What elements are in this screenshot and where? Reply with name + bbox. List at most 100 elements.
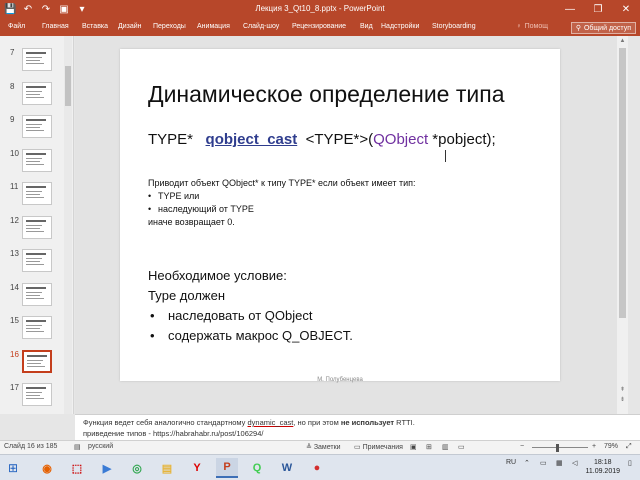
notifications-icon[interactable]: ▯ [628,459,632,467]
tab-slideshow[interactable]: Слайд-шоу [243,23,279,30]
prev-slide-icon[interactable]: ⇞ [618,386,627,393]
slide-thumbnail[interactable]: 7 [2,48,68,76]
network-icon[interactable]: ▦ [556,459,563,467]
editor-scrollbar[interactable]: ▲ ⇞ ⇟ [617,36,628,414]
taskbar-app-firefox[interactable]: ◉ [36,458,58,478]
desc-line: Приводит объект QObject* к типу TYPE* ес… [148,178,416,188]
thumbnail-text-line [26,60,40,61]
tab-home[interactable]: Главная [42,23,69,30]
window-title: Лекция 3_Qt10_8.pptx - PowerPoint [255,4,385,13]
thumbnails-scroll-thumb[interactable] [65,66,71,106]
tab-animation[interactable]: Анимация [197,23,230,30]
zoom-out-icon[interactable]: − [520,443,524,450]
tab-transitions[interactable]: Переходы [153,23,186,30]
slide-sorter-icon[interactable]: ⊞ [426,443,432,451]
thumbnail-text-line [26,96,44,98]
slide-number: 9 [10,115,15,124]
taskbar-app-recorder[interactable]: ● [306,458,328,478]
taskbar-app-pdf[interactable]: ⬚ [66,458,88,478]
slide-thumbnail[interactable]: 8 [2,81,68,110]
close-icon[interactable]: ✕ [612,0,640,20]
taskbar-app-yandex[interactable]: Y [186,458,208,478]
taskbar-app-chrome[interactable]: ◎ [126,458,148,478]
comments-toggle[interactable]: ▭ Примечания [354,443,403,451]
reading-view-icon[interactable]: ▥ [442,443,449,451]
thumbnail-text-line [26,294,40,296]
thumbnail-text-line [26,392,42,393]
tab-file[interactable]: Файл [8,23,25,30]
notes-text: , но при этом [293,418,341,427]
slide-number: 10 [10,148,19,158]
fit-slide-icon[interactable]: ⤢ [626,443,632,451]
editor-scroll-thumb[interactable] [619,48,626,318]
input-language[interactable]: RU [506,459,516,466]
thumbnail-title-line [26,186,46,188]
tab-view[interactable]: Вид [360,23,373,30]
tray-arrow-icon[interactable]: ⌃ [524,459,530,467]
tab-review[interactable]: Рецензирование [292,23,346,30]
maximize-icon[interactable]: ❐ [584,0,612,20]
slide-number: 14 [10,282,19,292]
slide-thumbnails-pane[interactable]: 789101112131415161718 [0,36,74,414]
slide-thumbnail[interactable]: 14 [2,282,68,311]
thumbnail-preview [22,148,52,172]
condition-block[interactable]: Необходимое условие: Type должен наследо… [148,266,353,346]
zoom-slider[interactable] [532,447,588,448]
slide-thumbnail[interactable]: 11 [2,182,68,210]
thumbnail-text-line [26,224,42,226]
next-slide-icon[interactable]: ⇟ [618,396,627,403]
tell-me-box[interactable]: ♀ Помощ [516,23,548,30]
tab-addins[interactable]: Надстройки [381,23,419,30]
thumbnail-text-line [26,258,42,259]
notes-toggle[interactable]: ≜ Заметки [306,443,341,451]
spellcheck-icon[interactable]: ▤ [74,443,81,451]
slide-counter: Слайд 16 из 185 [4,443,58,450]
scroll-up-icon[interactable]: ▲ [618,38,627,44]
thumbnails-scrollbar[interactable] [64,36,72,414]
slide-thumbnail[interactable]: 12 [2,215,68,244]
slide-thumbnail[interactable]: 13 [2,249,68,277]
taskbar-app-powerpoint[interactable]: P [216,458,238,478]
thumbnail-title-line [26,320,46,322]
zoom-slider-knob[interactable] [556,444,559,452]
slideshow-view-icon[interactable]: ▭ [458,443,465,451]
share-label: Общий доступ [583,24,631,32]
thumbnail-title-line [26,52,46,54]
cond-subheading: Type должен [148,288,226,303]
zoom-level[interactable]: 79% [604,443,618,450]
share-button[interactable]: ⚲ Общий доступ [570,22,636,34]
battery-icon[interactable]: ▭ [540,459,547,467]
current-slide[interactable]: Динамическое определение типа TYPE* qobj… [120,49,560,383]
slide-number: 13 [10,249,19,258]
thumbnail-preview [22,249,52,272]
description-block[interactable]: Приводит объект QObject* к типу TYPE* ес… [148,177,416,229]
taskbar-app-media[interactable]: ▶ [96,458,118,478]
firefox-icon: ◉ [42,462,52,475]
thumbnail-preview [22,282,52,306]
thumbnail-text-line [26,93,40,95]
zoom-in-icon[interactable]: + [592,443,596,450]
tab-insert[interactable]: Вставка [82,23,108,30]
slide-title[interactable]: Динамическое определение типа [148,81,505,108]
taskbar-app-explorer[interactable]: ▤ [156,458,178,478]
slide-thumbnail[interactable]: 15 [2,316,68,344]
signature-line[interactable]: TYPE* qobject_cast <TYPE*>(QObject *pobj… [148,131,496,148]
volume-icon[interactable]: ◁ [572,459,577,467]
thumbnail-text-line [26,160,40,162]
normal-view-icon[interactable]: ▣ [410,443,417,451]
taskbar-app-qtcreator[interactable]: Q [246,458,268,478]
tab-storyboarding[interactable]: Storyboarding [432,23,476,30]
taskbar-app-word[interactable]: W [276,458,298,478]
clock[interactable]: 18:18 11.09.2019 [585,458,620,476]
notes-pane[interactable]: Функция ведет себя аналогично стандартно… [75,414,640,440]
slide-thumbnail[interactable]: 9 [2,115,68,143]
tab-design[interactable]: Дизайн [118,23,142,30]
slide-thumbnail[interactable]: 10 [2,148,68,177]
slide-thumbnail[interactable]: 16 [2,349,68,378]
media-icon: ▶ [102,462,112,475]
start-button[interactable]: ⊞ [2,458,24,478]
slide-thumbnail[interactable]: 17 [2,383,68,411]
thumbnail-text-line [26,194,40,195]
language-indicator[interactable]: русский [88,443,113,450]
minimize-icon[interactable]: — [556,0,584,20]
